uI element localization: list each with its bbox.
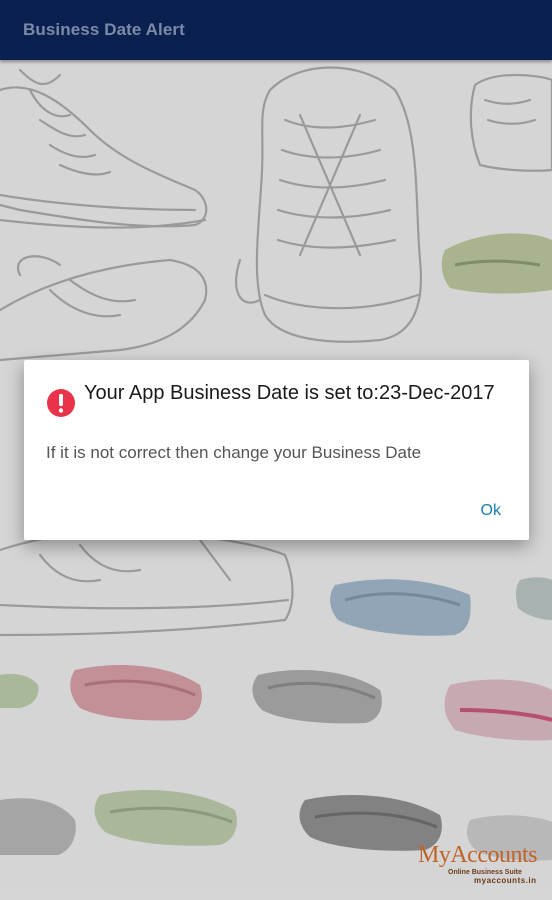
myaccounts-logo: MyAccounts Online Business Suite myaccou…	[418, 842, 548, 892]
app-bar: Business Date Alert	[0, 0, 552, 60]
app-bar-title: Business Date Alert	[23, 20, 185, 39]
logo-url: myaccounts.in	[474, 876, 537, 885]
alert-error-icon	[46, 388, 76, 418]
dialog-message: If it is not correct then change your Bu…	[46, 443, 422, 462]
ok-button[interactable]: Ok	[481, 502, 501, 520]
logo-tagline: Online Business Suite	[448, 869, 522, 876]
dialog-title: Your App Business Date is set to:23-Dec-…	[84, 382, 495, 404]
logo-name: MyAccounts	[418, 842, 537, 868]
business-date-alert-dialog: Your App Business Date is set to:23-Dec-…	[24, 360, 529, 540]
